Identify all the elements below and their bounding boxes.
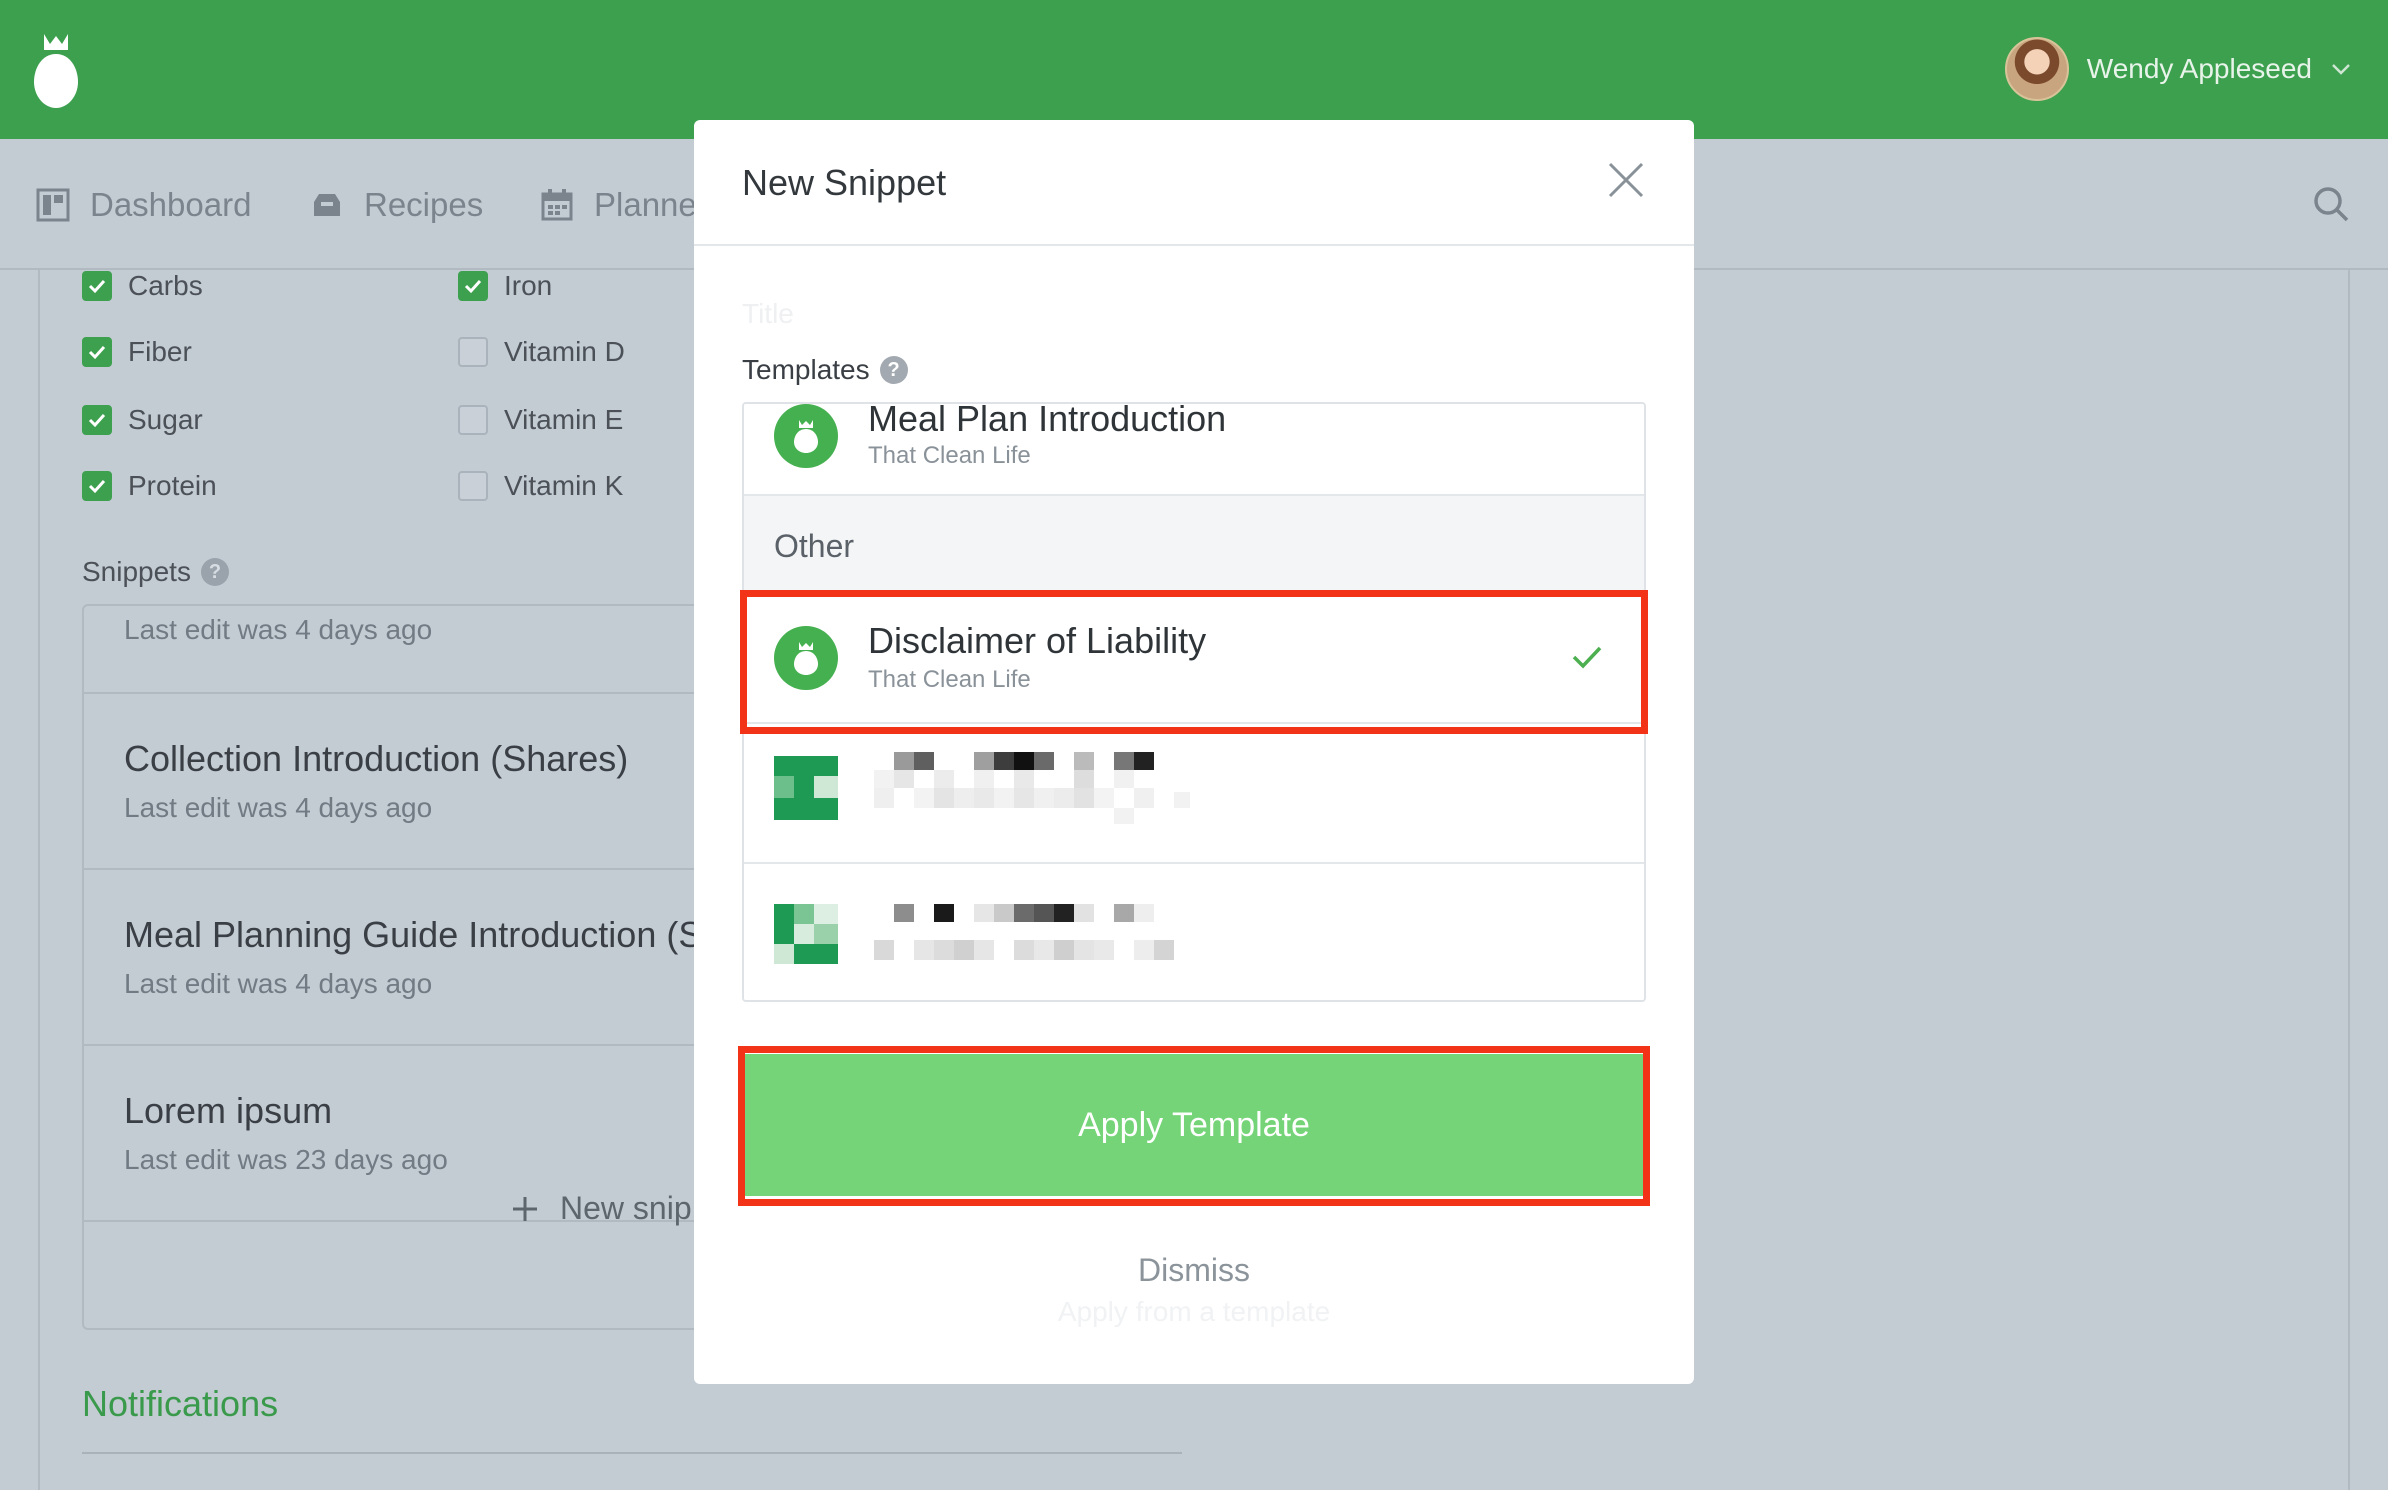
title-field-label: Title: [742, 298, 794, 329]
brand-logo-icon: [774, 626, 838, 690]
check-icon: [88, 413, 106, 428]
templates-list: Meal Plan Introduction That Clean Life O…: [742, 402, 1646, 1002]
nav-label-planner: Planne: [594, 186, 697, 223]
nutrient-label: Vitamin E: [504, 404, 624, 435]
group-label: Other: [774, 528, 855, 564]
nutrient-label: Vitamin D: [504, 336, 625, 367]
check-icon: [1572, 646, 1602, 669]
nutrient-label: Fiber: [128, 336, 192, 367]
snippet-title: Lorem ipsum: [124, 1090, 333, 1131]
check-icon: [88, 479, 106, 494]
avatar[interactable]: [2004, 37, 2069, 101]
snippet-subtitle: Last edit was 4 days ago: [124, 614, 433, 645]
template-thumbnail-icon: [774, 756, 838, 820]
templates-label: Templates ?: [742, 354, 908, 386]
nav-label-dashboard: Dashboard: [90, 186, 252, 223]
template-org: That Clean Life: [868, 666, 1031, 693]
nutrient-label: Vitamin K: [504, 470, 624, 501]
nutrient-label: Carbs: [128, 270, 203, 301]
nutrient-checkbox-carbs[interactable]: Carbs: [82, 270, 203, 302]
notifications-heading: Notifications: [82, 1383, 279, 1424]
nav-item-dashboard[interactable]: Dashboard: [36, 183, 251, 227]
brand-logo-icon[interactable]: [34, 32, 78, 108]
new-snippet-label: New snip: [560, 1190, 692, 1226]
snippets-label: Snippets ?: [82, 556, 229, 588]
chevron-down-icon[interactable]: [2330, 58, 2352, 80]
snippet-subtitle: Last edit was 4 days ago: [124, 792, 433, 823]
checkbox[interactable]: [82, 405, 112, 435]
dismiss-button[interactable]: Dismiss: [694, 1252, 1694, 1289]
new-snippet-modal: New Snippet Title Templates ? Meal Plan …: [694, 120, 1694, 1384]
help-icon[interactable]: ?: [879, 356, 908, 384]
footer-hint: Apply from a template: [1057, 1296, 1331, 1327]
template-item-disclaimer-of-liability[interactable]: Disclaimer of Liability That Clean Life: [744, 592, 1644, 724]
template-thumbnail-icon: [774, 904, 838, 964]
nutrient-checkbox-vitamin-k[interactable]: Vitamin K: [458, 470, 623, 502]
checkbox[interactable]: [82, 337, 112, 367]
user-name[interactable]: Wendy Appleseed: [2087, 53, 2312, 85]
snippet-subtitle: Last edit was 4 days ago: [124, 968, 433, 999]
checkbox[interactable]: [458, 271, 488, 301]
nutrient-checkbox-vitamin-d[interactable]: Vitamin D: [458, 336, 625, 368]
apply-template-button[interactable]: Apply Template: [742, 1054, 1646, 1196]
modal-title: New Snippet: [742, 162, 947, 203]
template-item-redacted[interactable]: [744, 864, 1644, 1000]
check-icon: [88, 279, 106, 294]
nutrient-label: Iron: [504, 270, 553, 301]
calendar-icon: [541, 189, 573, 221]
nav-label-recipes: Recipes: [364, 186, 484, 223]
nutrient-checkbox-vitamin-e[interactable]: Vitamin E: [458, 404, 623, 436]
template-name: Disclaimer of Liability: [868, 620, 1207, 661]
brand-logo-icon: [774, 404, 838, 468]
help-icon[interactable]: ?: [200, 558, 229, 586]
checkbox[interactable]: [82, 471, 112, 501]
snippet-subtitle: Last edit was 23 days ago: [124, 1144, 448, 1175]
nutrient-checkbox-iron[interactable]: Iron: [458, 270, 552, 302]
template-name: Meal Plan Introduction: [868, 402, 1227, 439]
user-menu[interactable]: Wendy Appleseed: [2004, 36, 2352, 102]
checkbox[interactable]: [458, 471, 488, 501]
nutrient-label: Sugar: [128, 404, 203, 435]
template-org: That Clean Life: [868, 442, 1031, 469]
modal-header: New Snippet: [694, 120, 1694, 246]
nutrient-label: Protein: [128, 470, 217, 501]
redacted-text: [874, 752, 1190, 824]
new-snippet-button[interactable]: New snip: [510, 1190, 692, 1227]
inbox-icon: [314, 194, 340, 216]
close-icon[interactable]: [1606, 160, 1646, 200]
checkbox[interactable]: [458, 337, 488, 367]
nutrient-checkbox-protein[interactable]: Protein: [82, 470, 217, 502]
snippet-title: Meal Planning Guide Introduction (S: [124, 914, 703, 955]
plus-icon: [513, 1196, 537, 1221]
check-icon: [464, 279, 482, 294]
nutrient-checkbox-fiber[interactable]: Fiber: [82, 336, 192, 368]
template-group-header: Other: [744, 496, 1644, 592]
dashboard-icon: [36, 188, 70, 222]
template-item-meal-plan-introduction[interactable]: Meal Plan Introduction That Clean Life: [744, 404, 1644, 496]
snippet-title: Collection Introduction (Shares): [124, 738, 629, 779]
nav-item-planner[interactable]: Planne: [540, 183, 697, 227]
checkbox[interactable]: [82, 271, 112, 301]
checkbox[interactable]: [458, 405, 488, 435]
nav-item-recipes[interactable]: Recipes: [310, 183, 483, 227]
check-icon: [88, 345, 106, 360]
search-icon[interactable]: [2312, 185, 2350, 223]
nutrient-checkbox-sugar[interactable]: Sugar: [82, 404, 203, 436]
templates-label-text: Templates: [742, 354, 870, 385]
snippets-label-text: Snippets: [82, 556, 191, 587]
divider: [82, 1452, 1182, 1454]
redacted-text: [874, 904, 1174, 960]
template-item-redacted[interactable]: [744, 724, 1644, 864]
top-bar: Wendy Appleseed: [0, 0, 2388, 139]
